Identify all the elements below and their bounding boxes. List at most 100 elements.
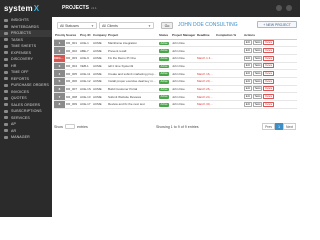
tasks-button[interactable]: Tasks bbox=[252, 55, 263, 61]
status-badge: Active bbox=[159, 103, 170, 107]
column-header[interactable]: Source bbox=[65, 32, 79, 40]
project-id-cell[interactable]: VEB-1 bbox=[79, 62, 92, 71]
table-row[interactable]: 6 DR_007 ACE-1S ACME Build Customer Portal Ac… bbox=[54, 85, 297, 94]
delete-button[interactable]: Delete bbox=[263, 86, 274, 92]
tasks-button[interactable]: Tasks bbox=[252, 78, 263, 84]
column-header[interactable]: Proj. ID bbox=[79, 32, 92, 40]
project-name-cell[interactable]: Fix the Demo Pt One bbox=[107, 54, 158, 63]
column-header[interactable]: Completion % bbox=[215, 32, 243, 40]
tasks-button[interactable]: Tasks bbox=[252, 48, 263, 54]
project-id-cell[interactable]: ACE-9 bbox=[79, 54, 92, 63]
sidebar-item-label: QUOTES bbox=[11, 96, 27, 101]
deadline-cell: March 26, 2022 bbox=[196, 85, 215, 94]
tasks-button[interactable]: Tasks bbox=[252, 94, 263, 100]
edit-button[interactable]: Edit bbox=[244, 63, 252, 69]
edit-button[interactable]: Edit bbox=[244, 94, 252, 100]
edit-button[interactable]: Edit bbox=[244, 55, 252, 61]
edit-button[interactable]: Edit bbox=[244, 71, 252, 77]
project-name-cell[interactable]: Install proper exercise deal key manager… bbox=[107, 77, 158, 86]
status-badge: Active bbox=[159, 49, 170, 53]
project-name-cell[interactable]: Build Customer Portal bbox=[107, 85, 158, 94]
status-badge: Active bbox=[159, 79, 170, 84]
column-header[interactable]: Project Manager bbox=[171, 32, 196, 40]
completion-cell bbox=[215, 46, 243, 55]
edit-button[interactable]: Edit bbox=[244, 86, 252, 92]
sidebar-item-label: SALES ORDERS bbox=[11, 102, 41, 107]
row-actions: Edit Tasks Delete bbox=[244, 71, 296, 77]
prev-page-button[interactable]: Prev bbox=[262, 123, 276, 130]
project-name-cell[interactable]: Prevent recall bbox=[107, 46, 158, 55]
table-row[interactable]: 8 DR_009 ACE-17 ACME Review and fix the next… bbox=[54, 100, 297, 109]
tasks-button[interactable]: Tasks bbox=[252, 63, 263, 69]
project-name-cell[interactable]: Review and fix the next test bbox=[107, 100, 158, 109]
project-name-cell[interactable]: Mainframe integration bbox=[107, 39, 158, 48]
table-row[interactable]: URGENTDR_003ACE-9ACMEFix the Demo Pt One… bbox=[54, 54, 297, 63]
sidebar-item-manager[interactable]: MANAGER bbox=[0, 134, 52, 141]
project-name-cell[interactable]: Create and submit marketing proposal bbox=[107, 69, 158, 78]
page-length-select[interactable] bbox=[65, 124, 75, 129]
reports-icon bbox=[4, 77, 8, 81]
company-cell: ACME bbox=[92, 77, 107, 86]
brand-logo[interactable]: system X bbox=[0, 0, 52, 17]
project-id-cell[interactable]: ACE-13 bbox=[79, 92, 92, 101]
actions-cell: Edit Tasks Delete bbox=[243, 92, 297, 101]
new-project-button[interactable]: + NEW PROJECT bbox=[257, 21, 297, 28]
column-header[interactable]: Company bbox=[92, 32, 107, 40]
status-cell: Active bbox=[158, 46, 171, 55]
project-id-cell[interactable]: ACE-1S bbox=[79, 85, 92, 94]
column-header[interactable]: Status bbox=[158, 32, 171, 40]
notification-icon[interactable] bbox=[276, 5, 282, 11]
project-id-cell[interactable]: ACE-12 bbox=[79, 77, 92, 86]
chevron-down-icon: ▼ bbox=[148, 23, 151, 28]
delete-button[interactable]: Delete bbox=[263, 94, 274, 100]
project-id-cell[interactable]: ABE-7 bbox=[79, 46, 92, 55]
table-row[interactable]: 2 DR_002 ABE-7 ACME Prevent recall Active John… bbox=[54, 46, 297, 55]
project-name-cell[interactable]: tell it time System9 bbox=[107, 62, 158, 71]
tasks-button[interactable]: Tasks bbox=[252, 101, 263, 107]
column-header[interactable]: Actions bbox=[243, 32, 297, 40]
sidebar-item-label: DISCOVERY bbox=[11, 57, 34, 62]
table-row[interactable]: 7 DR_008 ACE-13 ACME Submit Website Reviews A… bbox=[54, 92, 297, 101]
delete-button[interactable]: Delete bbox=[263, 48, 274, 54]
entries-label: entries bbox=[77, 124, 88, 129]
company-cell: ACME bbox=[92, 100, 107, 109]
delete-button[interactable]: Delete bbox=[263, 55, 274, 61]
go-button[interactable]: Go bbox=[161, 22, 173, 29]
row-actions: Edit Tasks Delete bbox=[244, 55, 296, 61]
delete-button[interactable]: Delete bbox=[263, 71, 274, 77]
tasks-button[interactable]: Tasks bbox=[252, 86, 263, 92]
tasks-button[interactable]: Tasks bbox=[252, 40, 263, 46]
status-filter-select[interactable]: All Statuses ▼ bbox=[57, 22, 97, 29]
source-cell: DR_001 bbox=[65, 39, 79, 48]
avatar[interactable] bbox=[286, 5, 292, 11]
table-row[interactable]: 1 DR_001 ACE-1 ACME Mainframe integration Act… bbox=[54, 39, 297, 48]
table-row[interactable]: 5 DR_006 ACE-12 ACME Install proper exercise… bbox=[54, 77, 297, 86]
table-row[interactable]: 3 DR_004 VEB-1 ACME tell it time System9 Acti… bbox=[54, 62, 297, 71]
next-page-button[interactable]: Next bbox=[283, 123, 296, 130]
project-id-cell[interactable]: ACE-17 bbox=[79, 100, 92, 109]
delete-button[interactable]: Delete bbox=[263, 78, 274, 84]
sidebar-item-label: MANAGER bbox=[11, 135, 30, 140]
edit-button[interactable]: Edit bbox=[244, 48, 252, 54]
tasks-button[interactable]: Tasks bbox=[252, 71, 263, 77]
delete-button[interactable]: Delete bbox=[263, 101, 274, 107]
project-name-cell[interactable]: Submit Website Reviews bbox=[107, 92, 158, 101]
source-cell: DR_004 bbox=[65, 62, 79, 71]
project-id-cell[interactable]: ACE-1 bbox=[79, 39, 92, 48]
delete-button[interactable]: Delete bbox=[263, 40, 274, 46]
sidebar-item-label: SERVICES bbox=[11, 115, 30, 120]
column-header[interactable]: Deadline bbox=[196, 32, 215, 40]
actions-cell: Edit Tasks Delete bbox=[243, 39, 297, 48]
page-1-button[interactable]: 1 bbox=[275, 123, 284, 130]
table-row[interactable]: 4 DR_005 ACE-11 ACME Create and submit marke… bbox=[54, 69, 297, 78]
edit-button[interactable]: Edit bbox=[244, 78, 252, 84]
services-icon bbox=[4, 116, 8, 120]
version-label: v1.1 bbox=[90, 6, 97, 10]
client-filter-select[interactable]: All Clients ▼ bbox=[99, 22, 154, 29]
edit-button[interactable]: Edit bbox=[244, 40, 252, 46]
project-id-cell[interactable]: ACE-11 bbox=[79, 69, 92, 78]
column-header[interactable]: Project bbox=[107, 32, 158, 40]
column-header[interactable]: Priority bbox=[54, 32, 65, 40]
delete-button[interactable]: Delete bbox=[263, 63, 274, 69]
edit-button[interactable]: Edit bbox=[244, 101, 252, 107]
